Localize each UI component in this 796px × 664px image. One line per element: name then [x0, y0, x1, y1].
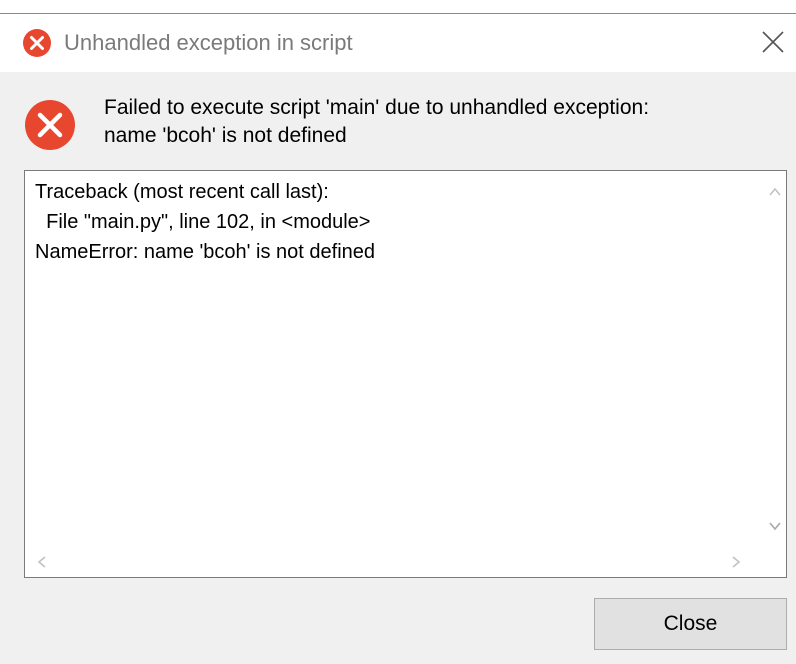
error-message-line1: Failed to execute script 'main' due to u… [104, 96, 650, 119]
error-icon [23, 29, 51, 57]
chevron-up-icon[interactable] [766, 183, 784, 201]
chevron-left-icon[interactable] [33, 553, 51, 571]
dialog-titlebar: Unhandled exception in script [0, 14, 796, 72]
chevron-down-icon[interactable] [766, 517, 784, 535]
traceback-textbox[interactable]: Traceback (most recent call last): File … [24, 170, 787, 578]
vertical-scrollbar[interactable] [764, 171, 786, 549]
close-icon[interactable] [760, 29, 786, 55]
chevron-right-icon[interactable] [727, 553, 745, 571]
traceback-text[interactable]: Traceback (most recent call last): File … [35, 177, 756, 547]
error-message-line2: name 'bcoh' is not defined [104, 124, 347, 147]
dialog-title: Unhandled exception in script [64, 30, 353, 55]
error-icon [25, 100, 75, 150]
parent-window-edge [0, 0, 796, 14]
close-button[interactable]: Close [594, 598, 787, 650]
scrollbar-corner [764, 547, 786, 577]
error-message: Failed to execute script 'main' due to u… [104, 94, 649, 150]
horizontal-scrollbar[interactable] [25, 547, 765, 577]
